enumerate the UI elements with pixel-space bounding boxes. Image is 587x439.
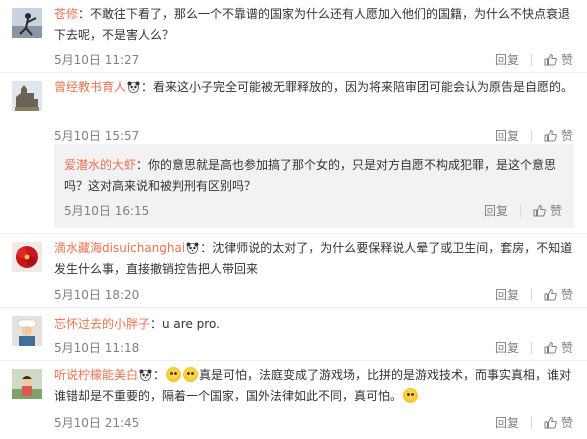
thumbs-up-icon bbox=[533, 204, 546, 217]
panda-icon bbox=[139, 369, 152, 381]
comment-text: 苍修：不敢往下看了，那么一个不靠谱的国家为什么还有人愿加入他们的国籍，为什么不快… bbox=[54, 4, 576, 46]
comment-content: ：看来这小子完全可能被无罪释放的，因为将来陪审团可能会认为原告是自愿的。 bbox=[141, 80, 574, 94]
avatar[interactable] bbox=[12, 8, 42, 38]
doge-emoji-icon bbox=[166, 367, 182, 382]
comment-actions: 回复 赞 bbox=[495, 339, 573, 356]
like-label: 赞 bbox=[560, 53, 573, 67]
divider bbox=[530, 416, 532, 429]
divider bbox=[530, 288, 532, 301]
like-label: 赞 bbox=[560, 341, 573, 355]
comment-actions: 回复 赞 bbox=[495, 127, 573, 144]
like-button[interactable]: 赞 bbox=[544, 339, 573, 356]
reply-actions: 回复 赞 bbox=[484, 202, 562, 219]
thumbs-up-icon bbox=[544, 341, 557, 354]
like-button[interactable]: 赞 bbox=[544, 127, 573, 144]
flower-avatar-icon bbox=[12, 242, 42, 272]
comment-actions: 回复 赞 bbox=[495, 286, 573, 303]
reply-content: ：你的意思就是高也参加搞了那个女的，只是对方自愿不构成犯罪，是这个意思吗？这对高… bbox=[64, 158, 557, 193]
comment-text: 滴水藏海disuichanghai ：沈律师说的太对了，为什么要保释说人晕了或卫生… bbox=[54, 238, 576, 280]
comment-text: 忘怀过去的小胖子：u are pro. bbox=[54, 314, 576, 335]
comment-time: 5月10日 15:57 bbox=[54, 129, 140, 143]
comment-time: 5月10日 21:45 bbox=[54, 416, 140, 430]
reply-text: 爱潜水的大虾：你的意思就是高也参加搞了那个女的，只是对方自愿不构成犯罪，是这个意… bbox=[64, 155, 562, 197]
divider bbox=[530, 53, 532, 66]
chef-avatar-icon bbox=[12, 316, 42, 346]
comment-time: 5月10日 11:18 bbox=[54, 341, 140, 355]
like-button[interactable]: 赞 bbox=[544, 51, 573, 68]
like-button[interactable]: 赞 bbox=[533, 202, 562, 219]
thumbs-up-icon bbox=[544, 416, 557, 429]
comment-time: 5月10日 18:20 bbox=[54, 288, 140, 302]
doge-emoji-icon bbox=[183, 367, 199, 382]
reply-button[interactable]: 回复 bbox=[484, 202, 508, 219]
like-label: 赞 bbox=[560, 129, 573, 143]
thumbs-up-icon bbox=[544, 288, 557, 301]
comment-content: ：u are pro. bbox=[150, 317, 220, 331]
username-link[interactable]: 爱潜水的大虾 bbox=[64, 158, 136, 172]
like-button[interactable]: 赞 bbox=[544, 286, 573, 303]
comment-content: ：不敢往下看了，那么一个不靠谱的国家为什么还有人愿加入他们的国籍，为什么不快点衰… bbox=[54, 7, 571, 42]
doge-emoji-icon bbox=[403, 388, 419, 403]
divider bbox=[530, 341, 532, 354]
username-link[interactable]: 苍修 bbox=[54, 7, 78, 21]
kid-avatar-icon bbox=[12, 369, 42, 399]
comment-item: 听说柠檬能美白：真是可怕，法庭变成了游戏场，比拼的是游戏技术，而事实真相，谁对谁… bbox=[0, 361, 587, 439]
like-label: 赞 bbox=[560, 416, 573, 430]
panda-icon bbox=[186, 242, 199, 254]
dancer-avatar-icon bbox=[12, 8, 42, 38]
avatar[interactable] bbox=[12, 242, 42, 272]
username-link[interactable]: 滴水藏海disuichanghai bbox=[54, 241, 185, 255]
nested-reply: 爱潜水的大虾：你的意思就是高也参加搞了那个女的，只是对方自愿不构成犯罪，是这个意… bbox=[54, 144, 574, 228]
reply-button[interactable]: 回复 bbox=[495, 127, 519, 144]
avatar[interactable] bbox=[12, 316, 42, 346]
comment-text: 曾经教书育人 ：看来这小子完全可能被无罪释放的，因为将来陪审团可能会认为原告是自愿… bbox=[54, 77, 576, 98]
comment-item: 苍修：不敢往下看了，那么一个不靠谱的国家为什么还有人愿加入他们的国籍，为什么不快… bbox=[0, 0, 587, 76]
reply-time: 5月10日 16:15 bbox=[64, 204, 150, 218]
username-link[interactable]: 忘怀过去的小胖子 bbox=[54, 317, 150, 331]
comment-actions: 回复 赞 bbox=[495, 414, 573, 431]
comment-actions: 回复 赞 bbox=[495, 51, 573, 68]
divider bbox=[530, 129, 532, 142]
avatar[interactable] bbox=[12, 369, 42, 399]
comment-time: 5月10日 11:27 bbox=[54, 53, 140, 67]
comment-prefix: ： bbox=[153, 368, 166, 382]
username-link[interactable]: 听说柠檬能美白 bbox=[54, 368, 138, 382]
like-button[interactable]: 赞 bbox=[544, 414, 573, 431]
reply-button[interactable]: 回复 bbox=[495, 51, 519, 68]
divider bbox=[519, 204, 521, 217]
comment-text: 听说柠檬能美白：真是可怕，法庭变成了游戏场，比拼的是游戏技术，而事实真相，谁对谁… bbox=[54, 365, 576, 407]
thumbs-up-icon bbox=[544, 53, 557, 66]
like-label: 赞 bbox=[560, 288, 573, 302]
building-avatar-icon bbox=[12, 81, 42, 111]
username-link[interactable]: 曾经教书育人 bbox=[54, 80, 126, 94]
reply-button[interactable]: 回复 bbox=[495, 414, 519, 431]
thumbs-up-icon bbox=[544, 129, 557, 142]
comment-item: 忘怀过去的小胖子：u are pro. 5月10日 11:18 回复 赞 bbox=[0, 308, 587, 360]
reply-button[interactable]: 回复 bbox=[495, 286, 519, 303]
like-label: 赞 bbox=[549, 204, 562, 218]
comment-item: 滴水藏海disuichanghai ：沈律师说的太对了，为什么要保释说人晕了或卫生… bbox=[0, 234, 587, 306]
reply-button[interactable]: 回复 bbox=[495, 339, 519, 356]
panda-icon bbox=[127, 81, 140, 93]
avatar[interactable] bbox=[12, 81, 42, 111]
